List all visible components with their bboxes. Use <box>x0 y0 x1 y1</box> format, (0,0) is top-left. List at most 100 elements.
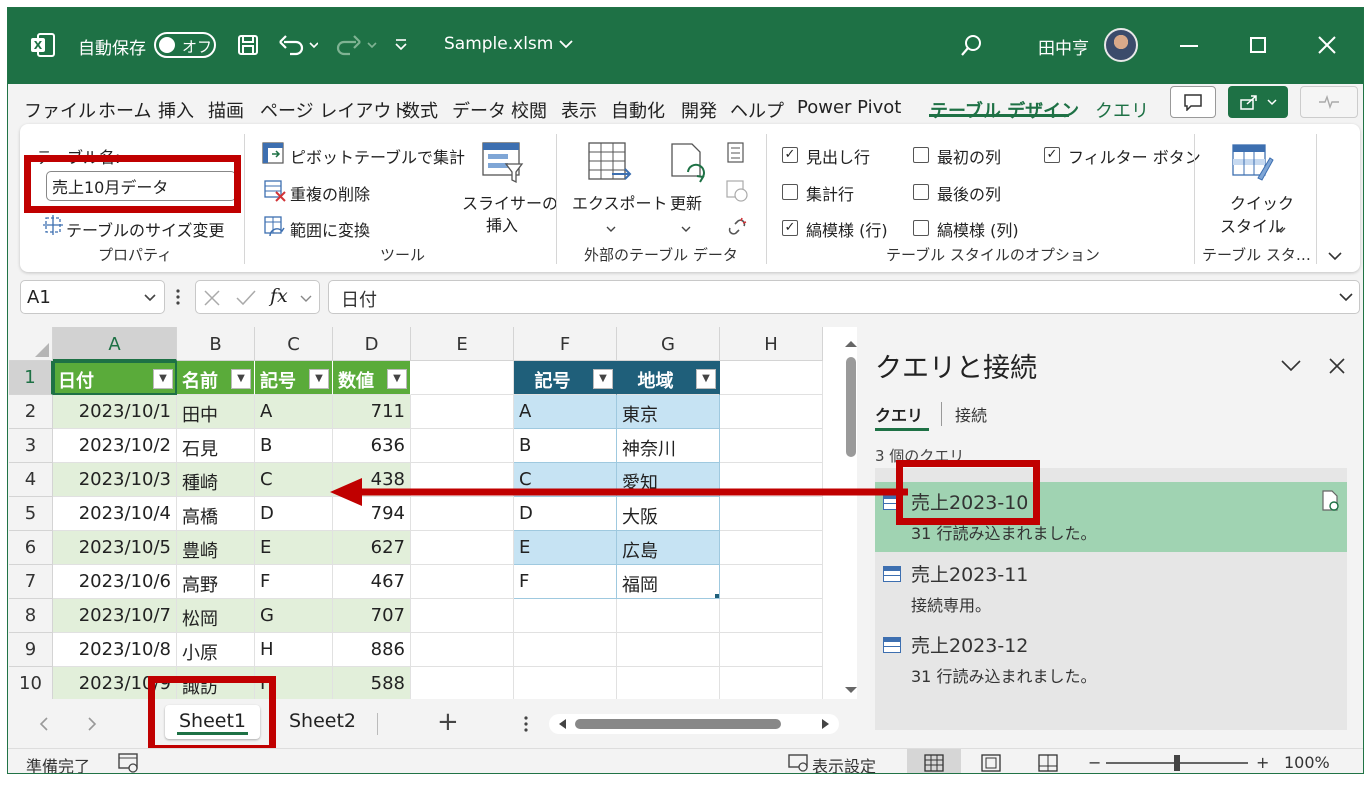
column-header-b[interactable]: B <box>177 327 255 361</box>
table-cell[interactable]: A <box>255 395 333 429</box>
zoom-out-button[interactable]: − <box>1088 753 1101 772</box>
banded-rows-checkbox[interactable]: ✓ <box>782 220 798 236</box>
pivot-summarize-button[interactable]: ピボットテーブルで集計 <box>290 144 465 168</box>
unlink-icon[interactable] <box>726 216 748 242</box>
row-header-10[interactable]: 10 <box>9 667 53 699</box>
table-cell[interactable]: 2023/10/2 <box>53 429 177 463</box>
tab-help[interactable]: ヘルプ <box>730 97 784 123</box>
filter-button-checkbox[interactable]: ✓ <box>1044 147 1060 163</box>
empty-cell[interactable] <box>720 633 823 667</box>
save-icon[interactable] <box>236 33 260 57</box>
table-cell[interactable]: 886 <box>333 633 411 667</box>
export-button[interactable]: エクスポート <box>572 190 668 214</box>
collapse-ribbon-icon[interactable] <box>1328 246 1342 265</box>
expand-formula-icon[interactable] <box>1339 293 1353 302</box>
user-name[interactable]: 田中亨 <box>1038 34 1089 59</box>
empty-cell[interactable] <box>411 565 514 599</box>
avatar[interactable] <box>1104 28 1138 62</box>
customize-qat-icon[interactable] <box>394 36 408 52</box>
tab-formulas[interactable]: 数式 <box>402 97 438 123</box>
row-header-9[interactable]: 9 <box>9 633 53 667</box>
filter-dropdown-icon[interactable]: ▼ <box>593 369 613 389</box>
table-cell[interactable]: F <box>255 565 333 599</box>
column-header-c[interactable]: C <box>255 327 333 361</box>
tab-insert[interactable]: 挿入 <box>158 97 194 123</box>
empty-cell[interactable] <box>411 395 514 429</box>
tab-home[interactable]: ホーム <box>98 97 151 123</box>
table-cell[interactable]: 2023/10/5 <box>53 531 177 565</box>
table-cell[interactable]: 627 <box>333 531 411 565</box>
empty-cell[interactable] <box>514 667 617 699</box>
sheet-tab-sheet2[interactable]: Sheet2 <box>275 705 370 739</box>
insert-slicer-label-1[interactable]: スライサーの <box>462 190 558 214</box>
tab-review[interactable]: 校閲 <box>511 97 547 123</box>
table-cell[interactable]: G <box>255 599 333 633</box>
row-header-2[interactable]: 2 <box>9 395 53 429</box>
empty-cell[interactable] <box>411 361 514 395</box>
more-options-icon[interactable] <box>176 288 180 310</box>
tab-power-pivot[interactable]: Power Pivot <box>797 97 901 118</box>
minimize-icon[interactable] <box>1180 44 1198 48</box>
empty-cell[interactable] <box>514 633 617 667</box>
zoom-level[interactable]: 100% <box>1284 753 1330 772</box>
header-row-checkbox[interactable]: ✓ <box>782 147 798 163</box>
table-cell[interactable]: 田中 <box>177 395 255 429</box>
table-cell[interactable]: 2023/10/1 <box>53 395 177 429</box>
tab-data[interactable]: データ <box>452 97 506 123</box>
filter-dropdown-icon[interactable]: ▼ <box>387 369 407 389</box>
display-settings-button[interactable]: 表示設定 <box>812 753 876 773</box>
table-header-cell[interactable]: 数値 ▼ <box>333 361 411 395</box>
filter-dropdown-icon[interactable]: ▼ <box>153 369 173 389</box>
empty-cell[interactable] <box>411 633 514 667</box>
empty-cell[interactable] <box>720 565 823 599</box>
table-cell[interactable]: I <box>255 667 333 699</box>
empty-cell[interactable] <box>720 429 823 463</box>
table-cell[interactable]: 高橋 <box>177 497 255 531</box>
prev-sheet-icon[interactable] <box>39 717 49 731</box>
table-cell[interactable]: 豊崎 <box>177 531 255 565</box>
tab-view[interactable]: 表示 <box>561 97 597 123</box>
table-header-cell[interactable]: 名前 ▼ <box>177 361 255 395</box>
empty-cell[interactable] <box>617 667 720 699</box>
table-cell[interactable]: 東京 <box>617 395 720 429</box>
quick-styles-label-2[interactable]: スタイル <box>1220 213 1284 237</box>
empty-cell[interactable] <box>720 531 823 565</box>
page-break-view-button[interactable] <box>1021 749 1075 773</box>
table-cell[interactable]: E <box>514 531 617 565</box>
last-column-checkbox[interactable] <box>913 184 929 200</box>
filter-dropdown-icon[interactable]: ▼ <box>309 369 329 389</box>
name-box[interactable]: A1 <box>20 280 165 314</box>
table-cell[interactable]: 神奈川 <box>617 429 720 463</box>
resize-table-button[interactable]: テーブルのサイズ変更 <box>66 217 225 241</box>
empty-cell[interactable] <box>411 599 514 633</box>
vertical-scrollbar[interactable] <box>840 333 862 699</box>
column-header-f[interactable]: F <box>514 327 617 361</box>
filter-dropdown-icon[interactable]: ▼ <box>231 369 251 389</box>
tab-draw[interactable]: 描画 <box>208 97 244 123</box>
autosave-toggle[interactable]: オフ <box>154 32 216 58</box>
maximize-icon[interactable] <box>1250 37 1266 53</box>
first-column-checkbox[interactable] <box>913 147 929 163</box>
filter-dropdown-icon[interactable]: ▼ <box>696 369 716 389</box>
tab-automate[interactable]: 自動化 <box>611 97 665 123</box>
search-icon[interactable] <box>960 33 984 57</box>
row-header-5[interactable]: 5 <box>9 497 53 531</box>
table-cell[interactable]: 高野 <box>177 565 255 599</box>
table-cell[interactable]: 2023/10/4 <box>53 497 177 531</box>
empty-cell[interactable] <box>720 395 823 429</box>
table-cell[interactable]: 松岡 <box>177 599 255 633</box>
close-icon[interactable] <box>1318 36 1336 54</box>
accessibility-icon[interactable] <box>118 753 140 773</box>
query-item-2023-11[interactable]: 売上2023-11 接続専用。 <box>875 554 1347 624</box>
zoom-in-button[interactable]: + <box>1256 753 1269 772</box>
page-layout-view-button[interactable] <box>964 749 1018 773</box>
remove-duplicates-button[interactable]: 重複の削除 <box>290 181 370 205</box>
horizontal-scroll-thumb[interactable] <box>575 719 781 729</box>
table-cell[interactable]: 2023/10/7 <box>53 599 177 633</box>
table-cell[interactable]: C <box>255 463 333 497</box>
column-header-d[interactable]: D <box>333 327 411 361</box>
row-header-4[interactable]: 4 <box>9 463 53 497</box>
table-resize-handle[interactable] <box>715 594 719 598</box>
column-header-e[interactable]: E <box>411 327 514 361</box>
empty-cell[interactable] <box>720 667 823 699</box>
